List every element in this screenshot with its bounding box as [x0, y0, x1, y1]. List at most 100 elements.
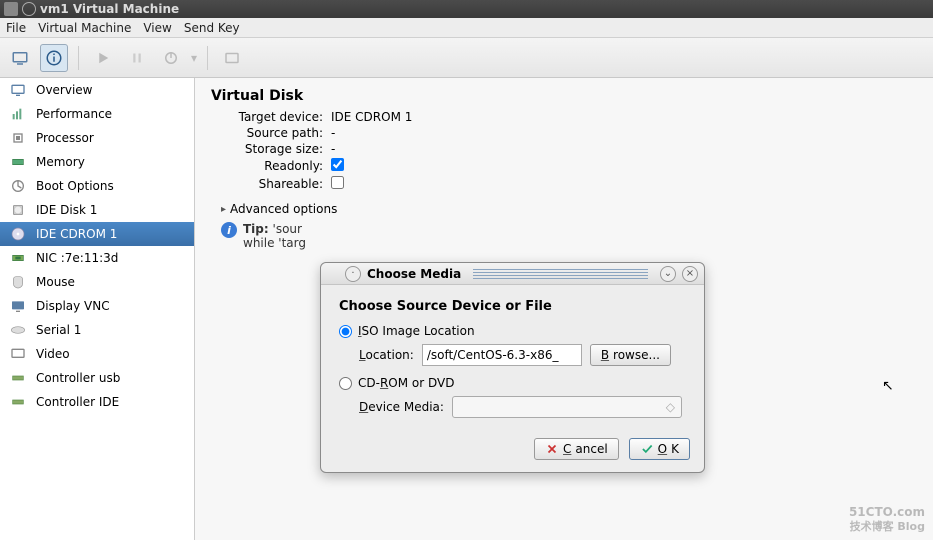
sidebar-item-label: Display VNC [36, 299, 110, 313]
device-media-combo[interactable]: ◇ [452, 396, 682, 418]
dialog-title: Choose Media [367, 267, 461, 281]
display-icon [8, 298, 28, 314]
ram-icon [8, 154, 28, 170]
cpu-icon [8, 130, 28, 146]
sidebar-item-overview[interactable]: Overview [0, 78, 194, 102]
dialog-titlebar: · Choose Media ⌄ × [321, 263, 704, 285]
tip-text-2: while 'targ [243, 236, 306, 250]
iso-radio[interactable] [339, 325, 352, 338]
cancel-icon [545, 442, 559, 456]
disk-icon [8, 202, 28, 218]
mouse-cursor-icon: ↖ [882, 378, 894, 394]
info-icon: i [221, 222, 237, 238]
video-icon [8, 346, 28, 362]
titlebar-stripes [473, 269, 648, 279]
cancel-button[interactable]: Cancel [534, 438, 619, 460]
toolbar-separator [207, 46, 208, 70]
hardware-sidebar: Overview Performance Processor Memory Boot O… [0, 78, 195, 540]
sidebar-item-controller-ide[interactable]: Controller IDE [0, 390, 194, 414]
sidebar-item-label: Controller IDE [36, 395, 119, 409]
readonly-label: Readonly: [221, 159, 331, 173]
console-button[interactable] [6, 44, 34, 72]
storage-size-value: - [331, 142, 335, 156]
dialog-heading: Choose Source Device or File [339, 299, 686, 314]
sidebar-item-label: Overview [36, 83, 93, 97]
source-path-label: Source path: [221, 126, 331, 140]
toolbar-separator [78, 46, 79, 70]
ctrl-icon [8, 394, 28, 410]
dialog-menu-icon[interactable]: · [345, 266, 361, 282]
cdrom-icon [8, 226, 28, 242]
source-path-value: - [331, 126, 335, 140]
details-button[interactable] [40, 44, 68, 72]
location-input[interactable] [422, 344, 582, 366]
sidebar-item-label: Controller usb [36, 371, 120, 385]
advanced-options-label: Advanced options [230, 202, 337, 216]
iso-radio-label[interactable]: ISO Image Location [358, 324, 475, 338]
watermark: 51CTO.com 技术博客 Blog [849, 499, 925, 532]
toolbar: ▾ [0, 38, 933, 78]
fullscreen-button[interactable] [218, 44, 246, 72]
menubar: File Virtual Machine View Send Key [0, 18, 933, 38]
window-titlebar: vm1 Virtual Machine [0, 0, 933, 18]
sidebar-item-label: IDE Disk 1 [36, 203, 97, 217]
sidebar-item-video[interactable]: Video [0, 342, 194, 366]
sidebar-item-label: Performance [36, 107, 112, 121]
dropdown-icon[interactable]: ▾ [191, 51, 197, 65]
target-device-label: Target device: [221, 110, 331, 124]
menu-send-key[interactable]: Send Key [184, 21, 240, 35]
cdrom-radio-label[interactable]: CD-ROM or DVD [358, 376, 454, 390]
sidebar-item-boot-options[interactable]: Boot Options [0, 174, 194, 198]
tip-row: i Tip: 'sour while 'targ [221, 222, 917, 250]
sidebar-item-label: Mouse [36, 275, 75, 289]
run-button[interactable] [89, 44, 117, 72]
ok-icon [640, 442, 654, 456]
sidebar-item-label: Boot Options [36, 179, 114, 193]
location-label: Location: [359, 348, 414, 362]
ctrl-icon [8, 370, 28, 386]
browse-button[interactable]: Browse... [590, 344, 671, 366]
sidebar-item-ide-disk-1[interactable]: IDE Disk 1 [0, 198, 194, 222]
sidebar-item-label: Video [36, 347, 70, 361]
shareable-label: Shareable: [221, 177, 331, 191]
sidebar-item-controller-usb[interactable]: Controller usb [0, 366, 194, 390]
serial-icon [8, 322, 28, 338]
device-media-label: Device Media: [359, 400, 444, 414]
sidebar-item-memory[interactable]: Memory [0, 150, 194, 174]
sidebar-item-label: Memory [36, 155, 85, 169]
power-button[interactable] [157, 44, 185, 72]
sidebar-item-label: Processor [36, 131, 94, 145]
sidebar-item-label: IDE CDROM 1 [36, 227, 117, 241]
panel-title: Virtual Disk [211, 88, 917, 104]
sidebar-item-mouse[interactable]: Mouse [0, 270, 194, 294]
sidebar-item-label: NIC :7e:11:3d [36, 251, 118, 265]
window-control-icon[interactable] [22, 2, 36, 16]
mouse-icon [8, 274, 28, 290]
sidebar-item-serial-1[interactable]: Serial 1 [0, 318, 194, 342]
target-device-value: IDE CDROM 1 [331, 110, 412, 124]
sidebar-item-processor[interactable]: Processor [0, 126, 194, 150]
monitor-icon [8, 82, 28, 98]
sidebar-item-performance[interactable]: Performance [0, 102, 194, 126]
pause-button[interactable] [123, 44, 151, 72]
menu-virtual-machine[interactable]: Virtual Machine [38, 21, 131, 35]
sidebar-item-ide-cdrom-1[interactable]: IDE CDROM 1 [0, 222, 194, 246]
dialog-close-button[interactable]: × [682, 266, 698, 282]
tip-prefix: Tip: [243, 222, 269, 236]
app-icon [4, 2, 18, 16]
menu-file[interactable]: File [6, 21, 26, 35]
readonly-checkbox[interactable] [331, 158, 344, 171]
sidebar-item-label: Serial 1 [36, 323, 81, 337]
sidebar-item-nic-7e-11-3d[interactable]: NIC :7e:11:3d [0, 246, 194, 270]
cdrom-radio[interactable] [339, 377, 352, 390]
sidebar-item-display-vnc[interactable]: Display VNC [0, 294, 194, 318]
ok-button[interactable]: OK [629, 438, 690, 460]
menu-view[interactable]: View [143, 21, 171, 35]
advanced-options-expander[interactable]: Advanced options [221, 202, 917, 216]
shareable-checkbox[interactable] [331, 176, 344, 189]
dialog-minimize-button[interactable]: ⌄ [660, 266, 676, 282]
window-title: vm1 Virtual Machine [40, 2, 179, 16]
dialog-app-icon [327, 268, 339, 280]
choose-media-dialog: · Choose Media ⌄ × Choose Source Device … [320, 262, 705, 473]
tip-text-1: 'sour [273, 222, 302, 236]
